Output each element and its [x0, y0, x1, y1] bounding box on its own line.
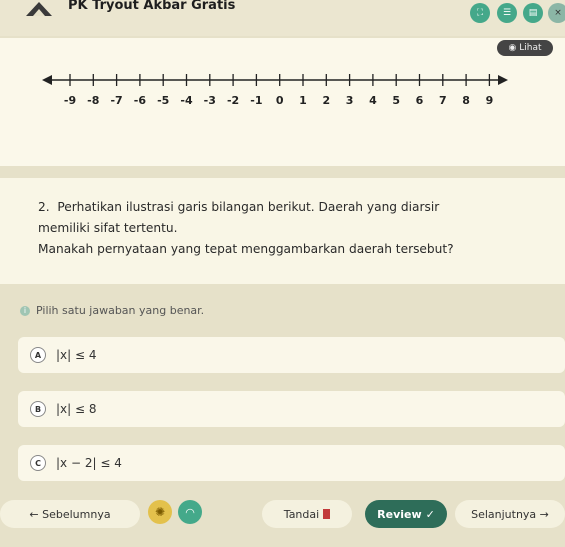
tick-label: -2 — [227, 94, 239, 107]
app-logo-icon — [26, 2, 52, 16]
eye-icon: ◉ — [508, 43, 517, 53]
option-text: |x| ≤ 4 — [56, 348, 97, 362]
hint-row: i Pilih satu jawaban yang benar. — [0, 304, 204, 317]
review-label: Review — [377, 507, 422, 521]
view-image-button[interactable]: ◉ Lihat — [497, 40, 553, 56]
hint-bulb-button[interactable]: ✺ — [148, 500, 172, 524]
info-icon: i — [20, 305, 30, 316]
flag-label: Tandai — [283, 507, 320, 521]
fullscreen-button[interactable]: ⛶ — [470, 3, 490, 23]
question-line2: memiliki sifat tertentu. — [38, 221, 178, 235]
right-arrow-icon — [498, 75, 508, 85]
tick-label: 3 — [346, 94, 354, 107]
previous-button[interactable]: ← Sebelumnya — [0, 500, 140, 528]
list-icon: ☰ — [502, 8, 512, 18]
fullscreen-icon: ⛶ — [476, 8, 484, 18]
option-text: |x − 2| ≤ 4 — [56, 456, 122, 470]
tick-label: 8 — [462, 94, 470, 107]
tick-label: -8 — [87, 94, 99, 107]
tick-label: 1 — [299, 94, 307, 107]
question-line3: Manakah pernyataan yang tepat menggambar… — [38, 242, 454, 256]
number-line-ticks: -9 -8 -7 -6 -5 -4 -3 -2 -1 0 1 2 3 4 5 6 7 8 9 — [64, 74, 493, 107]
app-title: PK Tryout Akbar Gratis — [68, 0, 236, 13]
option-letter: A — [30, 347, 46, 363]
next-button[interactable]: Selanjutnya → — [455, 500, 565, 528]
tick-label: -7 — [110, 94, 122, 107]
review-button[interactable]: Review ✓ — [365, 500, 447, 528]
left-arrow-icon — [42, 75, 52, 85]
check-icon: ✓ — [425, 507, 435, 521]
number-line: -9 -8 -7 -6 -5 -4 -3 -2 -1 0 1 2 3 4 5 6 7 8 9 — [42, 74, 508, 107]
document-button[interactable]: ▤ — [523, 3, 543, 23]
tick-label: 7 — [439, 94, 447, 107]
tick-label: 5 — [392, 94, 400, 107]
option-a[interactable]: A |x| ≤ 4 — [18, 337, 565, 373]
document-icon: ▤ — [528, 8, 538, 18]
tick-label: -4 — [180, 94, 193, 107]
tick-label: 0 — [276, 94, 284, 107]
question-text: 2. Perhatikan ilustrasi garis bilangan b… — [38, 197, 558, 260]
close-button[interactable]: × — [548, 3, 565, 23]
option-b[interactable]: B |x| ≤ 8 — [18, 391, 565, 427]
tick-label: -3 — [204, 94, 216, 107]
tick-label: 9 — [486, 94, 494, 107]
view-image-label: Lihat — [519, 43, 542, 53]
tick-label: 2 — [322, 94, 330, 107]
option-text: |x| ≤ 8 — [56, 402, 97, 416]
lightbulb-icon: ✺ — [154, 505, 166, 519]
question-line1: Perhatikan ilustrasi garis bilangan beri… — [57, 200, 440, 214]
option-c[interactable]: C |x − 2| ≤ 4 — [18, 445, 565, 481]
option-letter: B — [30, 401, 46, 417]
bookmark-icon — [323, 509, 331, 519]
tick-label: 4 — [369, 94, 377, 107]
option-letter: C — [30, 455, 46, 471]
wifi-icon: ◠ — [185, 505, 195, 519]
tick-label: -5 — [157, 94, 169, 107]
tick-label: -6 — [134, 94, 147, 107]
tick-label: 6 — [416, 94, 424, 107]
question-number: 2. — [38, 200, 50, 214]
tick-label: -9 — [64, 94, 76, 107]
close-icon: × — [554, 8, 562, 18]
top-bar: PK Tryout Akbar Gratis ⛶ ☰ ▤ × — [0, 0, 565, 36]
tick-label: -1 — [250, 94, 262, 107]
list-button[interactable]: ☰ — [497, 3, 517, 23]
hint-text: Pilih satu jawaban yang benar. — [36, 304, 205, 317]
flag-button[interactable]: Tandai — [262, 500, 352, 528]
connection-button[interactable]: ◠ — [178, 500, 202, 524]
